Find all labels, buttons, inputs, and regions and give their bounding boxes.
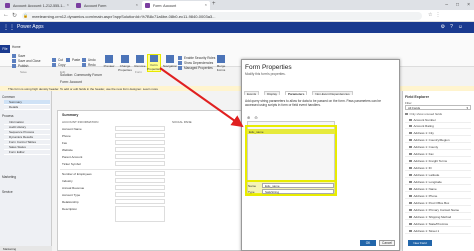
annotation-arrow xyxy=(159,67,244,128)
